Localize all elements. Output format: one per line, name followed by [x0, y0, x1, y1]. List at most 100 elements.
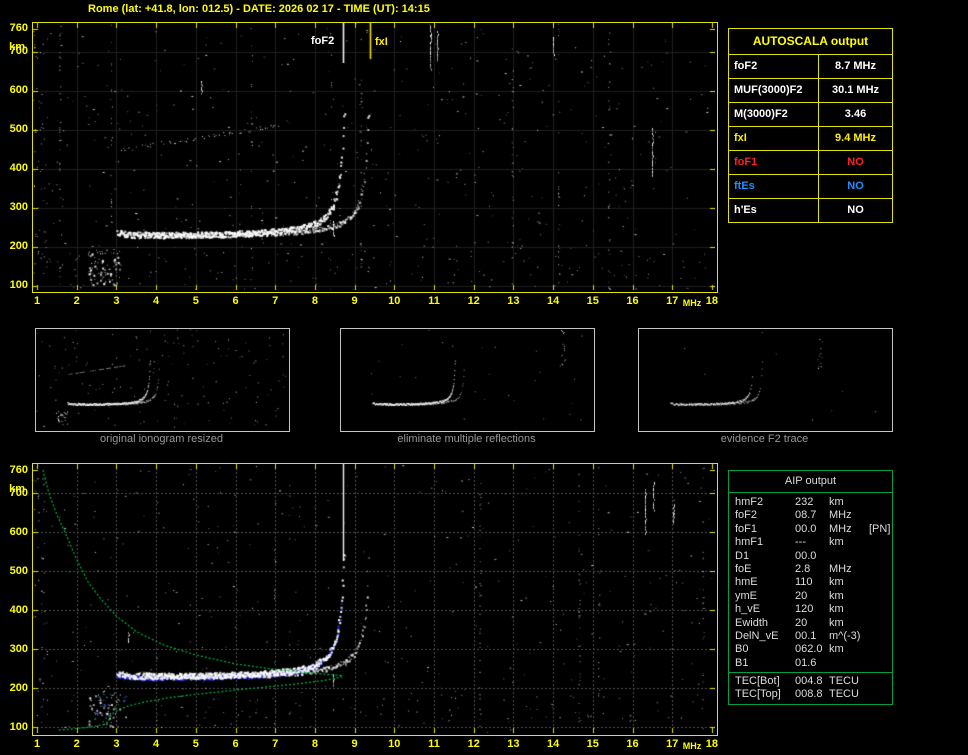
aip-param-name: foF2 [735, 509, 758, 522]
aip-param-name: hmF1 [735, 536, 764, 549]
aip-param-name: foE [735, 562, 752, 575]
thumbnail-multiple-reflections-removed [340, 328, 595, 432]
aip-param-name: TEC[Top] [735, 688, 781, 701]
bottom-x-tick-label: 5 [192, 738, 199, 750]
autoscala-param-name: h'Es [729, 199, 819, 222]
aip-param-flag [869, 536, 892, 549]
aip-param-unit: MHz [829, 509, 852, 522]
aip-param-flag [869, 563, 892, 576]
top-ionogram-plot: foF2 fxI [32, 22, 718, 293]
aip-param-unit: km [829, 643, 844, 656]
top-x-tick-label: 2 [73, 295, 80, 307]
autoscala-param-name: foF2 [729, 55, 819, 78]
aip-param-name: DelN_vE [735, 629, 779, 642]
autoscala-table-row: h'Es NO [729, 199, 892, 222]
aip-param-flag [869, 675, 892, 688]
bottom-y-tick-label: 300 [9, 643, 28, 656]
bottom-x-tick-label: 4 [153, 738, 160, 750]
aip-param-value: 004.8 [795, 675, 823, 688]
aip-param-value: 01.6 [795, 656, 817, 669]
autoscala-table-row: MUF(3000)F2 30.1 MHz [729, 79, 892, 103]
bottom-x-tick-label: 14 [546, 738, 560, 750]
aip-param-unit [829, 550, 869, 563]
top-y-tick-label: 100 [9, 279, 28, 291]
aip-param-flag [869, 657, 892, 670]
aip-param-flag [869, 688, 892, 701]
aip-param-name: D1 [735, 549, 750, 562]
thumbnail-caption-f2-trace: evidence F2 trace [720, 433, 809, 445]
aip-param-unit: km [829, 603, 844, 616]
aip-table-row: B1 01.6 [735, 657, 892, 670]
top-x-tick-label: 15 [586, 295, 599, 307]
aip-param-flag [869, 617, 892, 630]
aip-param-unit: km [829, 496, 844, 508]
bottom-x-tick-label: 7 [272, 738, 279, 750]
aip-param-unit [829, 657, 869, 670]
bottom-x-tick-label: 1 [33, 738, 41, 750]
autoscala-table-row: ftEs NO [729, 175, 892, 199]
aip-param-name: Ewidth [735, 616, 769, 629]
bottom-x-tick-label: 3 [113, 738, 120, 750]
aip-param-flag [869, 576, 892, 589]
thumbnail-cleaned-canvas [341, 329, 592, 429]
thumbnail-caption-cleaned: eliminate multiple reflections [397, 433, 536, 445]
aip-table-tec-rows: TEC[Bot] 004.8 TECU TEC[Top] 008.8 TECU [729, 672, 892, 704]
autoscala-window: { "title": "Rome (lat: +41.8, lon: 012.5… [0, 0, 968, 755]
aip-param-value: 2.8 [795, 562, 811, 575]
top-x-tick-label: 3 [113, 295, 120, 307]
top-x-tick-label: 14 [546, 295, 560, 307]
bottom-x-tick-label: 13 [507, 738, 520, 750]
bottom-x-tick-label: 17 [666, 738, 679, 750]
aip-param-flag [869, 550, 892, 563]
top-x-tick-label: 9 [351, 295, 358, 307]
aip-param-unit: MHz [829, 522, 852, 535]
bottom-y-tick-label: 400 [9, 604, 28, 617]
thumbnail-original-canvas [36, 329, 287, 429]
aip-table-row: foF2 08.7 MHz [735, 509, 892, 522]
autoscala-param-value: 8.7 MHz [835, 60, 876, 72]
top-x-tick-label: 8 [311, 295, 318, 307]
top-x-tick-label: 6 [232, 295, 239, 307]
aip-param-value: 20 [795, 589, 808, 602]
top-y-tick-label: 300 [9, 201, 28, 214]
aip-param-value: 008.8 [795, 688, 823, 701]
bottom-y-tick-label: 200 [9, 682, 28, 695]
aip-table-row: TEC[Bot] 004.8 TECU [735, 675, 892, 688]
top-x-tick-label: 10 [388, 295, 401, 307]
autoscala-table-header: AUTOSCALA output [729, 29, 892, 55]
fof2-marker-label: foF2 [311, 35, 335, 47]
top-ionogram-canvas [33, 23, 715, 290]
top-x-tick-label: 18 [705, 295, 719, 307]
aip-param-name: hmF2 [735, 496, 764, 508]
aip-table-row: DelN_vE 00.1 m^(-3) [735, 630, 892, 643]
bottom-x-tick-label: 15 [586, 738, 599, 750]
top-x-axis-unit-label: MHz [682, 298, 702, 308]
station-date-time-title: Rome (lat: +41.8, lon: 012.5) - DATE: 20… [88, 3, 430, 15]
aip-table-row: hmF1 --- km [735, 536, 892, 549]
aip-param-name: TEC[Bot] [735, 675, 780, 688]
aip-table-row: Ewidth 20 km [735, 617, 892, 630]
aip-param-name: ymE [735, 589, 757, 602]
aip-table-rows: hmF2 232 km foF2 08.7 MHz foF1 00.0 MHz [PN] hmF1 -… [729, 493, 892, 672]
top-x-tick-label: 13 [507, 295, 520, 307]
bottom-x-tick-label: 18 [705, 738, 719, 750]
bottom-y-axis-unit-label: km [9, 483, 25, 495]
aip-table-row: ymE 20 km [735, 590, 892, 603]
autoscala-table-rows: foF2 8.7 MHz MUF(3000)F2 30.1 MHz M(3000)F2 3… [729, 55, 892, 222]
autoscala-table-row: fxI 9.4 MHz [729, 127, 892, 151]
top-y-tick-label: 200 [9, 240, 28, 253]
aip-table-row: hmE 110 km [735, 576, 892, 589]
autoscala-table-row: foF1 NO [729, 151, 892, 175]
aip-param-unit: MHz [829, 562, 852, 575]
aip-param-flag: [PN] [869, 522, 891, 535]
bottom-x-tick-label: 16 [626, 738, 639, 750]
aip-param-flag [869, 509, 892, 522]
bottom-x-tick-label: 2 [73, 738, 80, 750]
aip-param-name: h_vE [735, 603, 761, 616]
aip-param-flag [869, 590, 892, 603]
thumbnail-original-ionogram [35, 328, 290, 432]
top-x-tick-label: 1 [33, 295, 41, 307]
aip-param-unit: km [829, 589, 844, 602]
aip-table-header: AIP output [729, 471, 892, 493]
thumbnail-f2-trace-evidence [638, 328, 893, 432]
